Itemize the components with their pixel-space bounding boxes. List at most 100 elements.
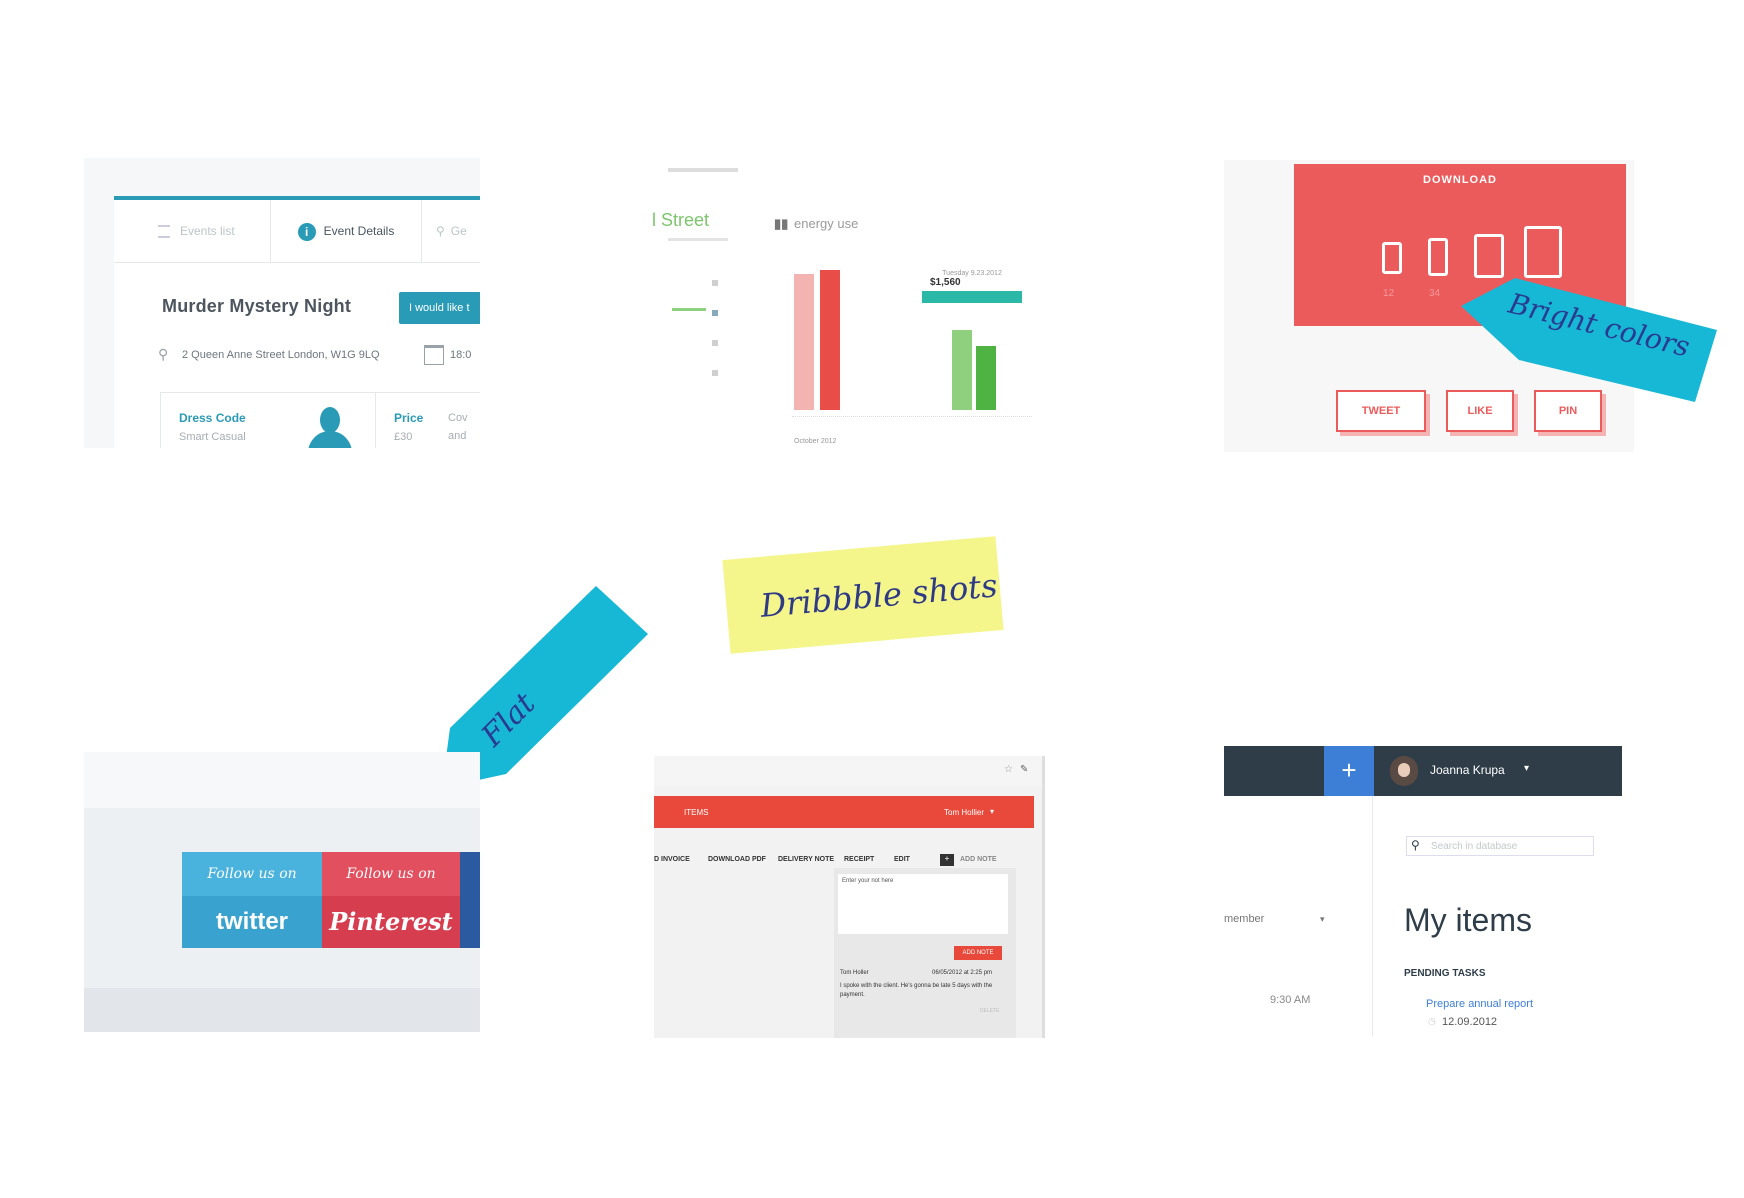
download-title: DOWNLOAD [1423, 174, 1497, 186]
phone-large-icon[interactable] [1428, 238, 1448, 276]
twitter-follow-button[interactable]: Follow us on twitter [182, 852, 322, 948]
clock-icon: ◷ [1428, 1016, 1436, 1026]
dribbble-shots-text: Dribbble shots [758, 566, 999, 625]
event-card: Events list i Event Details ⚲ Ge Murder My… [114, 196, 480, 448]
avatar[interactable] [1390, 756, 1418, 786]
month-label: October 2012 [794, 438, 837, 445]
pinterest-follow-label: Follow us on [322, 852, 460, 896]
event-time: 18:0 [450, 349, 472, 361]
tab-ge[interactable]: ⚲ Ge [436, 200, 467, 262]
wrench-icon[interactable]: ✎ [1020, 764, 1028, 775]
comment-text: I spoke with the client. He's gonna be l… [840, 983, 993, 998]
person-icon [305, 405, 355, 448]
bar-1 [794, 274, 814, 410]
side-icons [712, 280, 720, 390]
tooltip-date: Tuesday 9.23.2012 [942, 270, 1002, 277]
task-link[interactable]: Prepare annual report [1426, 998, 1533, 1010]
comment-date: 06/05/2012 at 2:25 pm [932, 970, 993, 976]
chevron-down-icon: ▾ [1320, 914, 1325, 924]
member-select[interactable]: member ▾ [1224, 904, 1325, 934]
bar-chart-icon: ▮▮ [774, 216, 789, 231]
tab-receipt[interactable]: RECEIPT [844, 856, 874, 863]
task-date: 12.09.2012 [1442, 1016, 1498, 1028]
tweet-button[interactable]: TWEET [1336, 390, 1426, 432]
energy-use-label: energy use [794, 216, 859, 231]
tab-ge-label: Ge [450, 224, 467, 238]
chevron-down-icon[interactable]: ▾ [1524, 763, 1529, 774]
list-icon [158, 225, 170, 239]
tooltip-value: $1,560 [930, 277, 961, 288]
device-number-2: 34 [1429, 288, 1441, 299]
social-buttons-shot: Follow us on twitter Follow us on Pinter… [84, 752, 480, 1032]
energy-use-side-label [672, 308, 706, 311]
invoice-shot: ☆ ✎ ITEMS Tom Hollier ▾ D INVOICE DOWNLO… [654, 756, 1045, 1038]
page-title: My items [1404, 902, 1532, 938]
user-name[interactable]: Joanna Krupa [1430, 763, 1505, 777]
browser-top: ☆ ✎ [654, 756, 1042, 786]
facebook-follow-button[interactable] [460, 852, 480, 948]
bright-colors-flag: Bright colors [1461, 278, 1717, 402]
tab-download-pdf[interactable]: DOWNLOAD PDF [708, 856, 766, 863]
tab-add-note[interactable]: ADD NOTE [960, 856, 997, 863]
location-pin-icon: ⚲ [158, 346, 169, 362]
note-input[interactable]: Enter your not here [838, 874, 1008, 934]
event-address: 2 Queen Anne Street London, W1G 9LQ [182, 349, 380, 361]
items-label[interactable]: ITEMS [684, 808, 708, 817]
search-icon: ⚲ [1411, 838, 1420, 852]
dress-code-box: Dress Code Smart Casual [160, 392, 376, 448]
tab-delivery-note[interactable]: DELIVERY NOTE [778, 856, 834, 863]
social-top-area [84, 752, 480, 808]
pending-tasks-heading: PENDING TASKS [1404, 968, 1486, 979]
top-breadcrumb [668, 168, 738, 172]
cov-value: and [448, 430, 467, 442]
attend-button[interactable]: I would like t [399, 292, 480, 324]
cov-label: Cov [448, 412, 468, 424]
social-bottom-area [84, 988, 480, 1032]
twitter-logo: twitter [182, 896, 322, 948]
tooltip-bar [922, 291, 1022, 303]
tab-invoice[interactable]: D INVOICE [654, 856, 690, 863]
event-title: Murder Mystery Night [162, 296, 352, 316]
street-subtitle [668, 238, 728, 241]
add-note-button[interactable]: ADD NOTE [954, 946, 1002, 960]
tooltip: Tuesday 9.23.2012 $1,560 [922, 270, 1022, 310]
tab-edit[interactable]: EDIT [894, 856, 910, 863]
search-input[interactable]: ⚲ Search in database [1406, 836, 1594, 856]
note-panel: Enter your not here ADD NOTE Tom Holler … [834, 868, 1016, 1038]
bar-2 [820, 270, 840, 410]
delete-link[interactable]: DELETE [980, 1008, 999, 1014]
invoice-header-bar: ITEMS Tom Hollier ▾ [654, 796, 1034, 828]
tab-event-details-label: Event Details [323, 224, 395, 238]
chart-axis [792, 416, 1032, 417]
column-divider [1372, 796, 1373, 1036]
bar-3 [952, 330, 972, 410]
dashboard-top-bar: + Joanna Krupa ▾ [1224, 746, 1622, 796]
tab-events-list-label: Events list [180, 224, 235, 238]
dress-code-value: Smart Casual [179, 431, 246, 443]
dress-code-label: Dress Code [179, 411, 246, 425]
pinterest-follow-button[interactable]: Follow us on Pinterest [322, 852, 460, 948]
add-note-icon[interactable]: + [940, 854, 954, 866]
price-value: £30 [394, 431, 413, 443]
member-select-value: member [1224, 913, 1265, 925]
phone-small-icon[interactable] [1382, 242, 1402, 274]
bar-4 [976, 346, 996, 410]
street-title: l Street [652, 210, 710, 230]
star-icon[interactable]: ☆ [1004, 764, 1013, 775]
device-number-1: 12 [1383, 288, 1395, 299]
tablet-icon[interactable] [1524, 226, 1562, 278]
user-name[interactable]: Tom Hollier [944, 808, 984, 817]
event-tabs: Events list i Event Details ⚲ Ge [114, 200, 480, 263]
calendar-icon [424, 345, 444, 365]
tab-events-list[interactable]: Events list [158, 200, 235, 262]
comment-user: Tom Holler [840, 970, 869, 976]
search-placeholder: Search in database [1431, 841, 1518, 852]
twitter-follow-label: Follow us on [182, 852, 322, 896]
location-pin-icon: ⚲ [436, 224, 445, 238]
event-details-shot: Events list i Event Details ⚲ Ge Murder My… [84, 158, 480, 448]
info-icon: i [297, 222, 316, 241]
tab-event-details[interactable]: i Event Details [270, 200, 422, 262]
chevron-down-icon[interactable]: ▾ [990, 807, 994, 816]
add-button[interactable]: + [1324, 746, 1374, 796]
dribbble-shots-note: Dribbble shots [722, 536, 1004, 654]
